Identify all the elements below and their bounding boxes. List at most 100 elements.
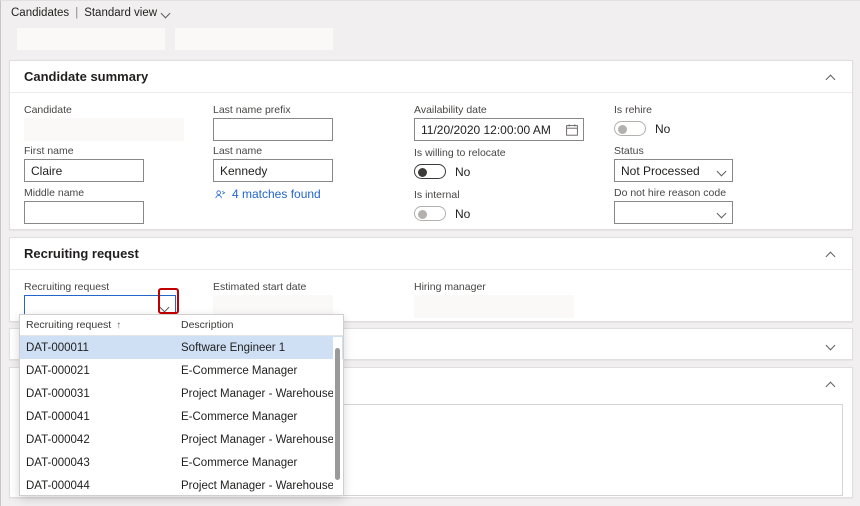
last-name-prefix-field: Last name prefix xyxy=(213,104,333,141)
recruiting-request-field: Recruiting request xyxy=(24,281,176,318)
dropdown-row-description: E-Commerce Manager xyxy=(177,411,297,423)
dropdown-row-description: Project Manager - Warehouse xyxy=(177,480,334,492)
candidate-summary-title: Candidate summary xyxy=(24,69,148,84)
dropdown-scrollbar[interactable] xyxy=(333,337,342,496)
chevron-up-icon[interactable] xyxy=(827,380,836,389)
dropdown-row-description: Project Manager - Warehouse xyxy=(177,388,334,400)
first-name-input[interactable]: Claire xyxy=(24,159,144,182)
calendar-icon[interactable] xyxy=(566,124,578,139)
dropdown-column-description[interactable]: Description xyxy=(177,319,234,331)
hiring-manager-label: Hiring manager xyxy=(414,281,574,293)
first-name-label: First name xyxy=(24,145,144,157)
is-rehire-field: Is rehire No xyxy=(614,104,670,139)
view-selector[interactable]: Standard view xyxy=(84,7,171,19)
is-internal-field: Is internal No xyxy=(414,189,470,224)
candidate-label: Candidate xyxy=(24,104,184,116)
dropdown-row-description: E-Commerce Manager xyxy=(177,365,297,377)
contact-card-icon xyxy=(215,189,226,200)
is-rehire-label: Is rehire xyxy=(614,104,670,116)
hiring-manager-input[interactable] xyxy=(414,295,574,318)
dropdown-row[interactable]: DAT-000044Project Manager - Warehouse xyxy=(20,474,343,496)
view-selector-label: Standard view xyxy=(84,7,157,19)
dropdown-row[interactable]: DAT-000041E-Commerce Manager xyxy=(20,405,343,428)
is-rehire-value: No xyxy=(655,122,670,136)
middle-name-field: Middle name xyxy=(24,187,144,224)
middle-name-label: Middle name xyxy=(24,187,144,199)
app-window: Candidates | Standard view Candidate sum… xyxy=(0,0,860,506)
recruiting-request-title: Recruiting request xyxy=(24,246,139,261)
last-name-input[interactable]: Kennedy xyxy=(213,159,333,182)
dropdown-row-description: E-Commerce Manager xyxy=(177,457,297,469)
breadcrumb-separator: | xyxy=(75,7,78,19)
estimated-start-date-label: Estimated start date xyxy=(213,281,333,293)
matches-found-label: 4 matches found xyxy=(232,187,321,201)
page-header: Candidates | Standard view xyxy=(1,1,860,25)
quick-filter-bar xyxy=(1,25,860,53)
dropdown-row[interactable]: DAT-000011Software Engineer 1 xyxy=(20,336,343,359)
dropdown-row-key: DAT-000021 xyxy=(20,365,177,377)
dropdown-row-key: DAT-000011 xyxy=(20,342,177,354)
is-willing-to-relocate-toggle[interactable] xyxy=(414,164,446,179)
chevron-down-icon xyxy=(718,167,727,176)
last-name-field: Last name Kennedy xyxy=(213,145,333,182)
dropdown-row-key: DAT-000043 xyxy=(20,457,177,469)
do-not-hire-reason-code-label: Do not hire reason code xyxy=(614,187,733,199)
status-label: Status xyxy=(614,145,733,157)
middle-name-input[interactable] xyxy=(24,201,144,224)
chevron-up-icon[interactable] xyxy=(827,250,836,259)
recruiting-request-header[interactable]: Recruiting request xyxy=(10,238,852,270)
status-value: Not Processed xyxy=(621,164,700,178)
dropdown-column-key-label: Recruiting request xyxy=(26,319,111,331)
hiring-manager-field: Hiring manager xyxy=(414,281,574,318)
status-select[interactable]: Not Processed xyxy=(614,159,733,182)
dropdown-row-key: DAT-000041 xyxy=(20,411,177,423)
candidate-summary-header[interactable]: Candidate summary xyxy=(10,61,852,93)
dropdown-row[interactable]: DAT-000021E-Commerce Manager xyxy=(20,359,343,382)
last-name-prefix-label: Last name prefix xyxy=(213,104,333,116)
candidate-summary-section: Candidate summary Candidate First name C… xyxy=(9,60,853,230)
breadcrumb[interactable]: Candidates xyxy=(11,7,69,19)
dropdown-rows: DAT-000011Software Engineer 1DAT-000021E… xyxy=(20,336,343,496)
toggle-knob xyxy=(618,125,627,134)
matches-found-link[interactable]: 4 matches found xyxy=(215,187,321,201)
candidate-field: Candidate xyxy=(24,104,184,141)
estimated-start-date-field: Estimated start date xyxy=(213,281,333,318)
do-not-hire-reason-code-select[interactable] xyxy=(614,201,733,224)
is-internal-label: Is internal xyxy=(414,189,470,201)
candidate-input[interactable] xyxy=(24,118,184,141)
do-not-hire-reason-code-field: Do not hire reason code xyxy=(614,187,733,224)
dropdown-row-description: Software Engineer 1 xyxy=(177,342,285,354)
dropdown-column-key[interactable]: Recruiting request ↑ xyxy=(20,319,177,331)
dropdown-row[interactable]: DAT-000043E-Commerce Manager xyxy=(20,451,343,474)
first-name-field: First name Claire xyxy=(24,145,144,182)
dropdown-row-key: DAT-000031 xyxy=(20,388,177,400)
is-internal-toggle[interactable] xyxy=(414,206,446,221)
chevron-down-icon[interactable] xyxy=(827,341,836,350)
toggle-knob xyxy=(418,168,427,177)
is-willing-to-relocate-label: Is willing to relocate xyxy=(414,147,506,159)
chevron-down-icon xyxy=(718,209,727,218)
recruiting-request-section: Recruiting request Recruiting request Es… xyxy=(9,237,853,322)
dropdown-scrollbar-thumb[interactable] xyxy=(335,348,340,480)
sort-ascending-icon: ↑ xyxy=(116,320,121,331)
is-willing-to-relocate-value: No xyxy=(455,165,470,179)
chevron-down-icon xyxy=(162,9,171,18)
dropdown-row-description: Project Manager - Warehouse xyxy=(177,434,334,446)
quick-filter-field-2[interactable] xyxy=(175,28,333,50)
dropdown-row-key: DAT-000042 xyxy=(20,434,177,446)
matches-found-link-wrap: 4 matches found xyxy=(215,187,321,201)
availability-date-input[interactable]: 11/20/2020 12:00:00 AM xyxy=(414,118,584,141)
dropdown-row[interactable]: DAT-000031Project Manager - Warehouse xyxy=(20,382,343,405)
availability-date-field: Availability date 11/20/2020 12:00:00 AM xyxy=(414,104,584,141)
availability-date-value: 11/20/2020 12:00:00 AM xyxy=(421,123,551,137)
dropdown-row[interactable]: DAT-000042Project Manager - Warehouse xyxy=(20,428,343,451)
availability-date-label: Availability date xyxy=(414,104,584,116)
recruiting-request-label: Recruiting request xyxy=(24,281,176,293)
chevron-up-icon[interactable] xyxy=(827,73,836,82)
quick-filter-field-1[interactable] xyxy=(17,28,165,50)
last-name-prefix-input[interactable] xyxy=(213,118,333,141)
is-rehire-toggle[interactable] xyxy=(614,121,646,136)
recruiting-request-dropdown[interactable]: Recruiting request ↑ Description DAT-000… xyxy=(19,314,344,496)
dropdown-row-key: DAT-000044 xyxy=(20,480,177,492)
dropdown-column-headers: Recruiting request ↑ Description xyxy=(20,315,343,336)
